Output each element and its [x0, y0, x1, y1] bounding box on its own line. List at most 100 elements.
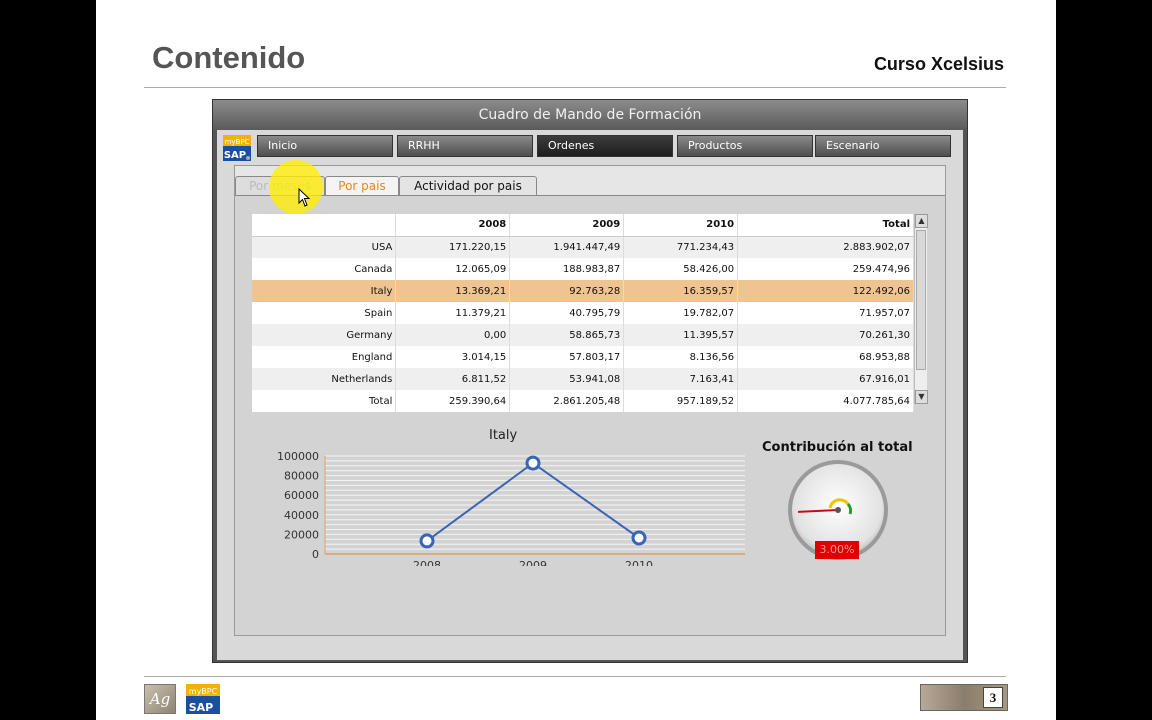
country-cell: USA: [252, 236, 397, 258]
table-row[interactable]: England 3.014,15 57.803,17 8.136,56 68.953,8…: [252, 346, 914, 368]
dashboard-title: Cuadro de Mando de Formación: [213, 100, 967, 130]
mybpc-sap-footer-logo-icon: myBPC SAP: [186, 684, 220, 714]
slide-title: Contenido: [152, 40, 306, 75]
ag-logo: Ag: [144, 684, 176, 714]
value-cell: 4.077.785,64: [737, 390, 914, 412]
scroll-thumb[interactable]: [916, 230, 926, 370]
course-name: Curso Xcelsius: [873, 54, 1004, 74]
y-tick-label: 60000: [284, 489, 319, 502]
table-header-row: 2008 2009 2010 Total: [252, 214, 914, 237]
value-cell: 122.492,06: [737, 280, 914, 302]
scroll-down-icon[interactable]: ▼: [915, 390, 928, 404]
y-tick-label: 100000: [277, 450, 319, 463]
table-row[interactable]: Total 259.390,64 2.861.205,48 957.189,52 4.0…: [252, 390, 914, 412]
value-cell: 171.220,15: [395, 236, 511, 258]
table-row[interactable]: Canada 12.065,09 188.983,87 58.426,00 259.47…: [252, 258, 914, 280]
table-header: Total: [737, 214, 914, 237]
value-cell: 1.941.447,49: [509, 236, 625, 258]
x-tick-label: 2008: [413, 559, 441, 566]
country-cell: Italy: [252, 280, 397, 302]
table-header: 2008: [395, 214, 511, 237]
country-cell: England: [252, 346, 397, 368]
country-cell: Netherlands: [252, 368, 397, 390]
country-cell: Spain: [252, 302, 397, 324]
table-row[interactable]: Spain 11.379,21 40.795,79 19.782,07 71.957,0…: [252, 302, 914, 324]
logo-bottom-text: SAP: [224, 150, 246, 161]
table-row[interactable]: USA 171.220,15 1.941.447,49 771.234,43 2.883…: [252, 236, 914, 258]
y-tick-label: 0: [312, 548, 319, 561]
nav-rrhh-button[interactable]: RRHH: [397, 135, 533, 157]
nav-escenario-button[interactable]: Escenario: [815, 135, 951, 157]
value-cell: 67.916,01: [737, 368, 914, 390]
value-cell: 92.763,28: [509, 280, 625, 302]
value-cell: 57.803,17: [509, 346, 625, 368]
value-cell: 40.795,79: [509, 302, 625, 324]
table-header: [252, 214, 397, 237]
nav-productos-button[interactable]: Productos: [677, 135, 813, 157]
value-cell: 0,00: [395, 324, 511, 346]
value-cell: 53.941,08: [509, 368, 625, 390]
x-tick-label: 2009: [519, 559, 547, 566]
x-tick-label: 2010: [625, 559, 653, 566]
page-number: 3: [983, 687, 1003, 708]
value-cell: 2.861.205,48: [509, 390, 625, 412]
mybpc-sap-logo-icon: myBPC SAP: [223, 135, 251, 161]
bottom-divider: [144, 676, 1006, 677]
value-cell: 8.136,56: [623, 346, 739, 368]
value-cell: 19.782,07: [623, 302, 739, 324]
mouse-pointer-icon: [298, 188, 311, 207]
y-tick-label: 40000: [284, 509, 319, 522]
tab-actividad-por-pais[interactable]: Actividad por pais: [399, 176, 537, 195]
slide: Contenido Curso Xcelsius Cuadro de Mando…: [96, 0, 1056, 720]
page-badge: 3: [920, 684, 1008, 711]
y-tick-label: 20000: [284, 528, 319, 541]
table-scrollbar[interactable]: ▲ ▼: [914, 214, 928, 404]
data-point: [631, 530, 647, 546]
value-cell: 188.983,87: [509, 258, 625, 280]
line-chart: 0 20000 40000 60000 80000 100000 2008 2009 2010: [277, 450, 745, 566]
value-cell: 58.426,00: [623, 258, 739, 280]
chart-title: Italy: [489, 428, 518, 443]
tab-por-pais[interactable]: Por pais: [325, 176, 399, 195]
gauge-title: Contribución al total: [762, 440, 913, 455]
data-point: [419, 533, 435, 549]
table-row[interactable]: Germany 0,00 58.865,73 11.395,57 70.261,30: [252, 324, 914, 346]
value-cell: 11.379,21: [395, 302, 511, 324]
value-cell: 70.261,30: [737, 324, 914, 346]
value-cell: 2.883.902,07: [737, 236, 914, 258]
value-cell: 12.065,09: [395, 258, 511, 280]
value-cell: 16.359,57: [623, 280, 739, 302]
value-cell: 71.957,07: [737, 302, 914, 324]
gauge-value: 3.00%: [815, 541, 859, 559]
tab-content: 2008 2009 2010 Total USA 171.220,15 1.941.…: [235, 195, 945, 635]
content-panel: Por meses Por pais Actividad por pais 20…: [234, 160, 946, 636]
table-row[interactable]: Italy 13.369,21 92.763,28 16.359,57 122.492,…: [252, 280, 914, 302]
value-cell: 3.014,15: [395, 346, 511, 368]
value-cell: 11.395,57: [623, 324, 739, 346]
data-point: [525, 455, 541, 471]
value-cell: 13.369,21: [395, 280, 511, 302]
y-tick-label: 80000: [284, 470, 319, 483]
cursor-highlight: [269, 160, 323, 214]
footer-logo-top-text: myBPC: [189, 687, 218, 696]
scroll-up-icon[interactable]: ▲: [915, 214, 928, 228]
footer-logo-bottom-text: SAP: [189, 701, 214, 714]
country-cell: Germany: [252, 324, 397, 346]
dashboard-body: myBPC SAP Inicio RRHH Ordenes Productos …: [217, 130, 963, 660]
table-header: 2010: [623, 214, 739, 237]
logo-top-text: myBPC: [225, 138, 250, 146]
country-cell: Canada: [252, 258, 397, 280]
value-cell: 6.811,52: [395, 368, 511, 390]
top-divider: [144, 87, 1006, 88]
country-table: 2008 2009 2010 Total USA 171.220,15 1.941.…: [252, 214, 914, 412]
value-cell: 957.189,52: [623, 390, 739, 412]
value-cell: 259.474,96: [737, 258, 914, 280]
value-cell: 68.953,88: [737, 346, 914, 368]
value-cell: 771.234,43: [623, 236, 739, 258]
nav-inicio-button[interactable]: Inicio: [257, 135, 393, 157]
table-row[interactable]: Netherlands 6.811,52 53.941,08 7.163,41 67.9…: [252, 368, 914, 390]
nav-ordenes-button[interactable]: Ordenes: [537, 135, 673, 157]
dashboard-window: Cuadro de Mando de Formación myBPC SAP I…: [212, 99, 968, 663]
country-cell: Total: [252, 390, 397, 412]
table-header: 2009: [509, 214, 625, 237]
